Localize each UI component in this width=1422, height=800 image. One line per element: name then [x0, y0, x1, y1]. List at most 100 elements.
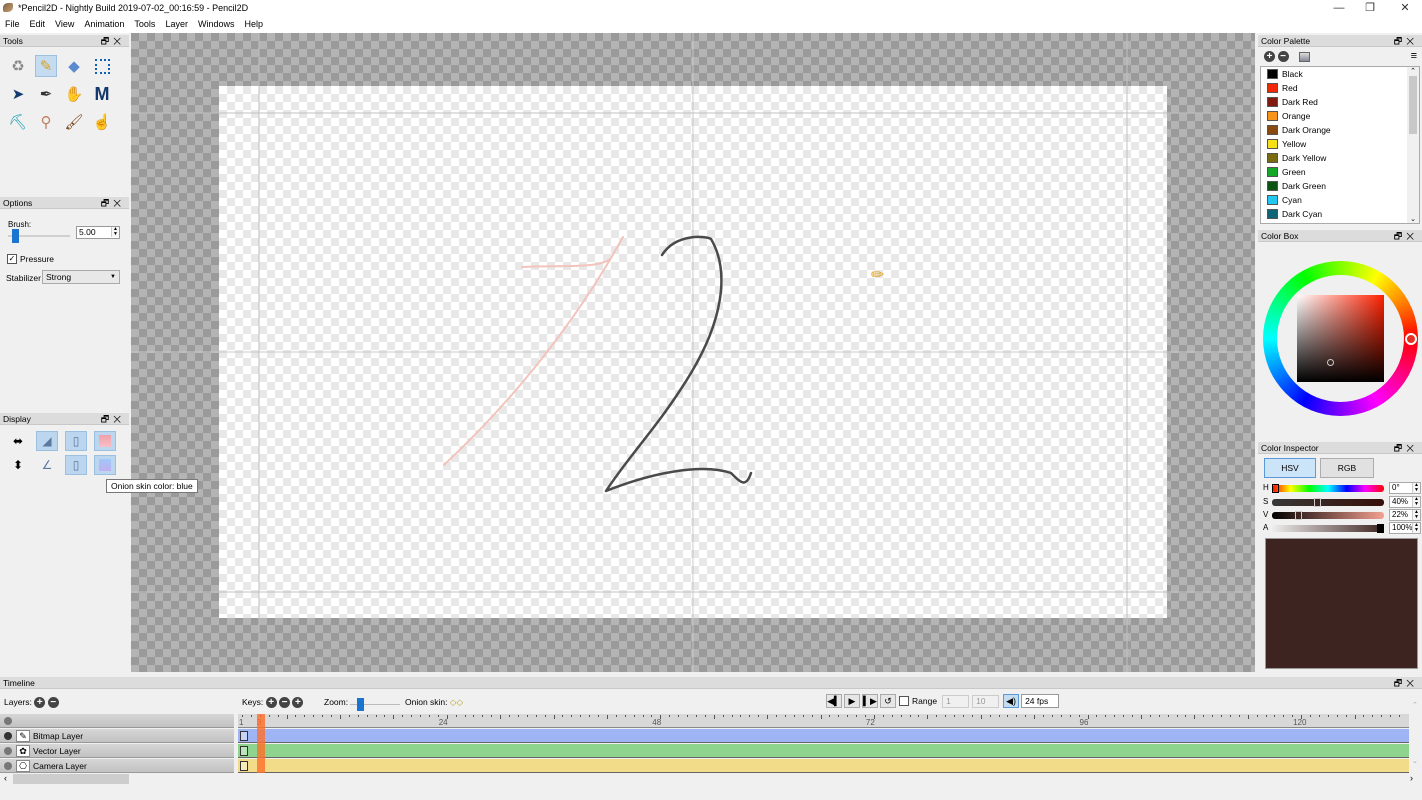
range-checkbox[interactable]	[899, 696, 909, 706]
timeline-scroll-up-icon[interactable]: ⌃	[1412, 701, 1418, 709]
add-color-icon[interactable]: +	[1264, 51, 1275, 63]
layer-visibility-icon[interactable]	[4, 747, 12, 755]
scroll-right-icon[interactable]: ›	[1410, 773, 1413, 783]
panel-float-close-icons[interactable]: 🗗✕	[1394, 35, 1418, 47]
add-key-icon[interactable]: +	[265, 697, 277, 709]
panel-float-close-icons[interactable]: 🗗✕	[1394, 442, 1418, 454]
stabilizer-select[interactable]: Strong ▼	[42, 270, 120, 284]
brush-slider-handle[interactable]	[11, 229, 19, 243]
remove-key-icon[interactable]: −	[279, 697, 291, 709]
rgb-mode-tab[interactable]: RGB	[1320, 458, 1374, 478]
select-tool-icon[interactable]	[91, 55, 113, 77]
keyframe[interactable]	[240, 746, 248, 756]
panel-float-close-icons[interactable]: 🗗✕	[1394, 230, 1418, 242]
palette-color-item[interactable]: Yellow	[1261, 137, 1419, 151]
onion-skin-icon[interactable]: ◇◇	[450, 697, 463, 707]
timeline-scroll-down-icon[interactable]: ⌄	[1412, 757, 1418, 765]
timeline-zoom-handle[interactable]	[357, 698, 364, 711]
drawing-canvas[interactable]: ✏	[131, 33, 1255, 672]
alpha-slider[interactable]	[1272, 524, 1384, 533]
menu-animation[interactable]: Animation	[79, 17, 129, 31]
clear-tool-trash-icon[interactable]: ♻	[7, 55, 29, 77]
onion-prev-icon[interactable]: ▯	[65, 431, 87, 451]
maximize-button[interactable]: ❐	[1355, 0, 1385, 17]
palette-menu-icon[interactable]: ≡	[1411, 50, 1417, 62]
alpha-input[interactable]: 100% ▲ ▼	[1389, 522, 1421, 534]
palette-color-item[interactable]: Orange	[1261, 109, 1419, 123]
minimize-button[interactable]: —	[1324, 0, 1354, 17]
brush-tool-icon[interactable]: 🖌	[63, 111, 85, 133]
palette-list[interactable]: Black Red Dark Red Orange Dark Orange Yellow D…	[1260, 66, 1420, 224]
palette-color-item[interactable]: Black	[1261, 67, 1419, 81]
hue-slider[interactable]	[1272, 484, 1384, 493]
layers-hscrollbar[interactable]	[13, 774, 129, 784]
layer-visibility-icon[interactable]	[4, 732, 12, 740]
layer-name[interactable]: Vector Layer	[33, 746, 81, 756]
keyframe[interactable]	[240, 731, 248, 741]
polyline-tool-icon[interactable]: M	[91, 83, 113, 105]
smudge-tool-icon[interactable]: ☝	[91, 111, 113, 133]
keyframe[interactable]	[240, 761, 248, 771]
sv-picker-handle[interactable]	[1327, 359, 1334, 366]
panel-float-close-icons[interactable]: 🗗✕	[101, 35, 125, 47]
saturation-slider[interactable]	[1272, 498, 1384, 507]
layer-visibility-icon[interactable]	[4, 762, 12, 770]
color-picker-icon[interactable]	[1299, 51, 1311, 62]
brush-size-spinner[interactable]: ▲ ▼	[111, 227, 119, 237]
palette-color-item[interactable]: Dark Green	[1261, 179, 1419, 193]
layer-row[interactable]: ✿ Vector Layer	[0, 744, 234, 758]
flip-vertical-icon[interactable]: ⬍	[7, 455, 29, 475]
play-icon[interactable]: ▶	[844, 694, 860, 708]
prev-frame-icon[interactable]: ◀▍	[826, 694, 842, 708]
next-frame-icon[interactable]: ▍▶	[862, 694, 878, 708]
menu-edit[interactable]: Edit	[25, 17, 51, 31]
layer-name[interactable]: Camera Layer	[33, 761, 87, 771]
range-end-input[interactable]: 10	[972, 694, 1000, 708]
palette-color-item[interactable]: Dark Red	[1261, 95, 1419, 109]
panel-float-close-icons[interactable]: 🗗✕	[101, 413, 125, 425]
frame-ruler[interactable]: 1324487296120	[238, 714, 1409, 728]
playhead[interactable]	[256, 714, 265, 773]
remove-color-icon[interactable]: −	[1277, 51, 1289, 63]
eyedropper-tool-icon[interactable]: ⚲	[35, 111, 57, 133]
saturation-input[interactable]: 40% ▲ ▼	[1389, 496, 1421, 508]
loop-icon[interactable]: ↺	[880, 694, 896, 708]
pencil-tool-icon[interactable]: ✎	[35, 55, 57, 77]
alpha-spinner[interactable]: ▲ ▼	[1412, 523, 1420, 533]
menu-help[interactable]: Help	[239, 17, 268, 31]
palette-color-item[interactable]: Red	[1261, 81, 1419, 95]
palette-color-item[interactable]: Green	[1261, 165, 1419, 179]
pen-tool-icon[interactable]: ✒	[35, 83, 57, 105]
palette-color-item[interactable]: Dark Cyan	[1261, 207, 1419, 221]
onion-red-icon[interactable]	[94, 431, 116, 451]
pressure-checkbox[interactable]: ✓	[7, 254, 17, 264]
value-input[interactable]: 22% ▲ ▼	[1389, 509, 1421, 521]
menu-layer[interactable]: Layer	[160, 17, 193, 31]
eraser-tool-icon[interactable]: ◆	[63, 55, 85, 77]
layer-track[interactable]	[238, 759, 1409, 773]
value-spinner[interactable]: ▲ ▼	[1412, 510, 1420, 520]
range-start-input[interactable]: 1	[942, 694, 970, 708]
menu-windows[interactable]: Windows	[193, 17, 240, 31]
onion-blue-icon[interactable]	[94, 455, 116, 475]
remove-layer-icon[interactable]: −	[47, 697, 59, 709]
bucket-tool-icon[interactable]: ⛏	[7, 111, 29, 133]
visibility-all-icon[interactable]	[4, 717, 12, 725]
brush-size-input[interactable]: 5.00 ▲ ▼	[76, 226, 120, 239]
duplicate-key-icon[interactable]: +	[292, 697, 304, 709]
close-button[interactable]: ✕	[1390, 0, 1420, 17]
palette-color-item[interactable]: Dark Orange	[1261, 123, 1419, 137]
layer-row[interactable]: ⎔ Camera Layer	[0, 759, 234, 773]
layer-name[interactable]: Bitmap Layer	[33, 731, 83, 741]
menu-file[interactable]: File	[0, 17, 25, 31]
value-slider[interactable]	[1272, 511, 1384, 520]
palette-color-item[interactable]: Cyan	[1261, 193, 1419, 207]
panel-float-close-icons[interactable]: 🗗✕	[101, 197, 125, 209]
fps-input[interactable]: 24 fps	[1021, 694, 1060, 708]
menu-view[interactable]: View	[50, 17, 79, 31]
scroll-up-icon[interactable]: ⌃	[1407, 67, 1419, 75]
move-tool-pointer-icon[interactable]: ➤	[7, 83, 29, 105]
scrollbar-thumb[interactable]	[1409, 76, 1417, 134]
saturation-spinner[interactable]: ▲ ▼	[1412, 497, 1420, 507]
hue-picker-handle[interactable]	[1405, 333, 1417, 345]
